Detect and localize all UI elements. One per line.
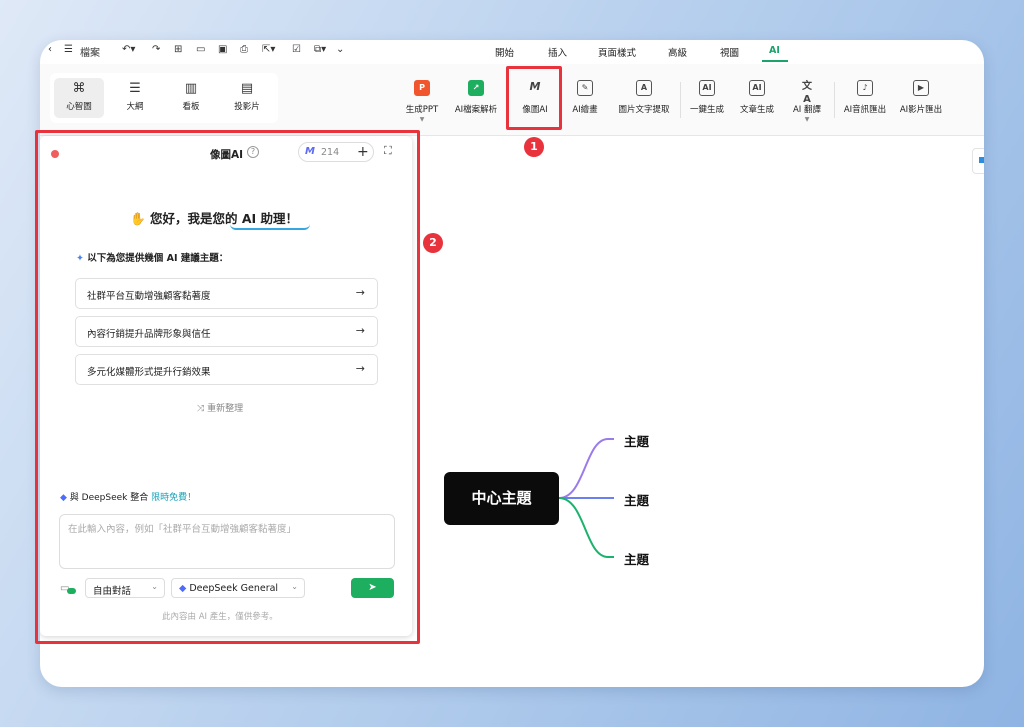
step-badge-1: 1 [524, 137, 544, 157]
branch-connector [558, 497, 614, 558]
step-badge-2: 2 [423, 233, 443, 253]
highlight-box-2 [35, 130, 420, 644]
topic-node[interactable]: 主題 [624, 549, 649, 568]
topic-node[interactable]: 主題 [624, 431, 649, 450]
central-topic[interactable]: 中心主題 [444, 472, 559, 525]
branch-connector [558, 438, 614, 499]
topic-node[interactable]: 主題 [624, 490, 649, 509]
